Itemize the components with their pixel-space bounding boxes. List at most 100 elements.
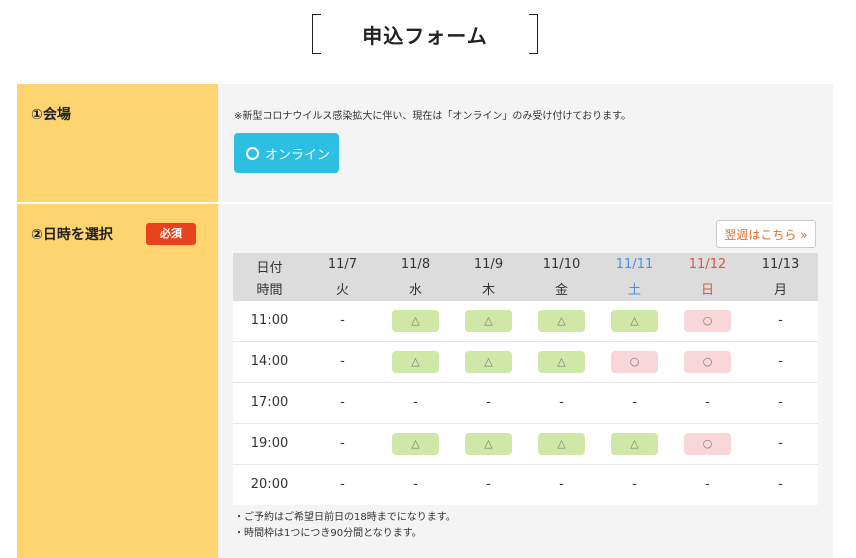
header-date-label: 日付 [256, 261, 283, 276]
header-weekday: 木 [481, 283, 495, 298]
unavailable-mark: - [632, 395, 637, 410]
unavailable-mark: - [340, 436, 345, 451]
slot-few-left-button[interactable]: △ [465, 433, 512, 455]
slot-cell: ○ [598, 342, 671, 382]
slot-few-left-button[interactable]: △ [465, 351, 512, 373]
venue-row: ①会場 ※新型コロナウイルス感染拡大に伴い、現在は「オンライン」のみ受け付けてお… [17, 84, 833, 202]
schedule-table-body: 11:00- △ △ △ △ ○ -14:00- △ △ △ ○ ○ -17:00- - - - - - -19:0… [233, 301, 818, 505]
online-option-button[interactable]: オンライン [234, 133, 339, 173]
slot-cell: △ [598, 424, 671, 464]
unavailable-cell: - [525, 465, 598, 505]
slot-cell: ○ [671, 301, 744, 341]
slot-available-button[interactable]: ○ [684, 351, 731, 373]
time-cell: 19:00 [250, 436, 289, 451]
venue-label: ①会場 [31, 107, 71, 123]
unavailable-cell: - [379, 465, 452, 505]
header-date-time-cell: 日付 時間 [233, 253, 306, 301]
header-date: 11/13 [761, 257, 800, 272]
required-badge: 必須 [146, 223, 196, 245]
unavailable-cell: - [379, 383, 452, 423]
slot-available-button[interactable]: ○ [684, 433, 731, 455]
unavailable-cell: - [306, 424, 379, 464]
datetime-content: 翌週はこちら » 日付 時間 11/7 火 11/8 水 11/9 木 11/10 金 11/1… [218, 204, 833, 558]
slot-cell: △ [452, 342, 525, 382]
header-weekday: 金 [554, 283, 568, 298]
unavailable-mark: - [778, 477, 783, 492]
unavailable-cell: - [306, 301, 379, 341]
slot-cell: △ [525, 424, 598, 464]
unavailable-cell: - [744, 424, 817, 464]
unavailable-mark: - [705, 477, 710, 492]
slot-cell: ○ [671, 424, 744, 464]
unavailable-cell: - [306, 342, 379, 382]
slot-cell: △ [452, 424, 525, 464]
schedule-notes: ・ご予約はご希望日前日の18時までになります。 ・時間枠は1つにつき90分間となり… [234, 510, 456, 542]
slot-few-left-button[interactable]: △ [392, 351, 439, 373]
slot-few-left-button[interactable]: △ [611, 310, 658, 332]
unavailable-mark: - [559, 477, 564, 492]
slot-few-left-button[interactable]: △ [392, 433, 439, 455]
form-title-block: 申込フォーム [312, 14, 538, 54]
slot-cell: ○ [671, 342, 744, 382]
unavailable-cell: - [452, 465, 525, 505]
unavailable-cell: - [452, 383, 525, 423]
table-row: 20:00 - - - - - - - [233, 465, 818, 505]
schedule-table: 日付 時間 11/7 火 11/8 水 11/9 木 11/10 金 11/11 土 11/12 日 1… [233, 253, 818, 505]
slot-available-button[interactable]: ○ [684, 310, 731, 332]
unavailable-mark: - [340, 477, 345, 492]
header-weekday: 日 [700, 283, 714, 298]
slot-few-left-button[interactable]: △ [392, 310, 439, 332]
unavailable-mark: - [340, 313, 345, 328]
unavailable-mark: - [413, 477, 418, 492]
slot-cell: △ [598, 301, 671, 341]
radio-circle-icon [246, 147, 259, 160]
header-weekday: 水 [408, 283, 422, 298]
online-option-label: オンライン [265, 148, 331, 163]
unavailable-mark: - [413, 395, 418, 410]
header-day-7: 11/13 月 [744, 253, 817, 301]
unavailable-cell: - [744, 342, 817, 382]
header-date: 11/7 [327, 257, 358, 272]
datetime-label-cell: ②日時を選択 必須 [17, 204, 218, 558]
slot-few-left-button[interactable]: △ [538, 351, 585, 373]
slot-cell: △ [379, 342, 452, 382]
venue-label-cell: ①会場 [17, 84, 218, 202]
slot-cell: △ [452, 301, 525, 341]
header-weekday: 土 [627, 283, 641, 298]
header-date: 11/11 [615, 257, 654, 272]
slot-few-left-button[interactable]: △ [611, 433, 658, 455]
slot-few-left-button[interactable]: △ [538, 310, 585, 332]
header-date: 11/12 [688, 257, 727, 272]
unavailable-mark: - [486, 477, 491, 492]
time-cell: 11:00 [250, 313, 289, 328]
unavailable-cell: - [744, 383, 817, 423]
unavailable-mark: - [486, 395, 491, 410]
venue-notice: ※新型コロナウイルス感染拡大に伴い、現在は「オンライン」のみ受け付けております。 [234, 111, 632, 122]
header-weekday: 月 [773, 283, 787, 298]
note-line: ・ご予約はご希望日前日の18時までになります。 [234, 512, 456, 523]
schedule-table-header: 日付 時間 11/7 火 11/8 水 11/9 木 11/10 金 11/11 土 11/12 日 1… [233, 253, 818, 301]
header-day-5: 11/11 土 [598, 253, 671, 301]
note-line: ・時間枠は1つにつき90分間となります。 [234, 528, 422, 539]
unavailable-mark: - [705, 395, 710, 410]
header-date: 11/8 [400, 257, 431, 272]
unavailable-mark: - [340, 395, 345, 410]
slot-cell: △ [379, 301, 452, 341]
slot-cell: △ [379, 424, 452, 464]
header-weekday: 火 [335, 283, 349, 298]
next-week-button[interactable]: 翌週はこちら » [716, 220, 816, 248]
unavailable-mark: - [778, 395, 783, 410]
header-day-2: 11/8 水 [379, 253, 452, 301]
slot-few-left-button[interactable]: △ [538, 433, 585, 455]
header-day-4: 11/10 金 [525, 253, 598, 301]
unavailable-mark: - [340, 354, 345, 369]
header-day-1: 11/7 火 [306, 253, 379, 301]
table-row: 11:00 - △ △ △ △ ○ - [233, 301, 818, 342]
unavailable-cell: - [671, 383, 744, 423]
unavailable-mark: - [778, 354, 783, 369]
table-row: 14:00 - △ △ △ ○ ○ - [233, 342, 818, 383]
slot-few-left-button[interactable]: △ [465, 310, 512, 332]
unavailable-mark: - [632, 477, 637, 492]
slot-available-button[interactable]: ○ [611, 351, 658, 373]
unavailable-cell: - [598, 465, 671, 505]
